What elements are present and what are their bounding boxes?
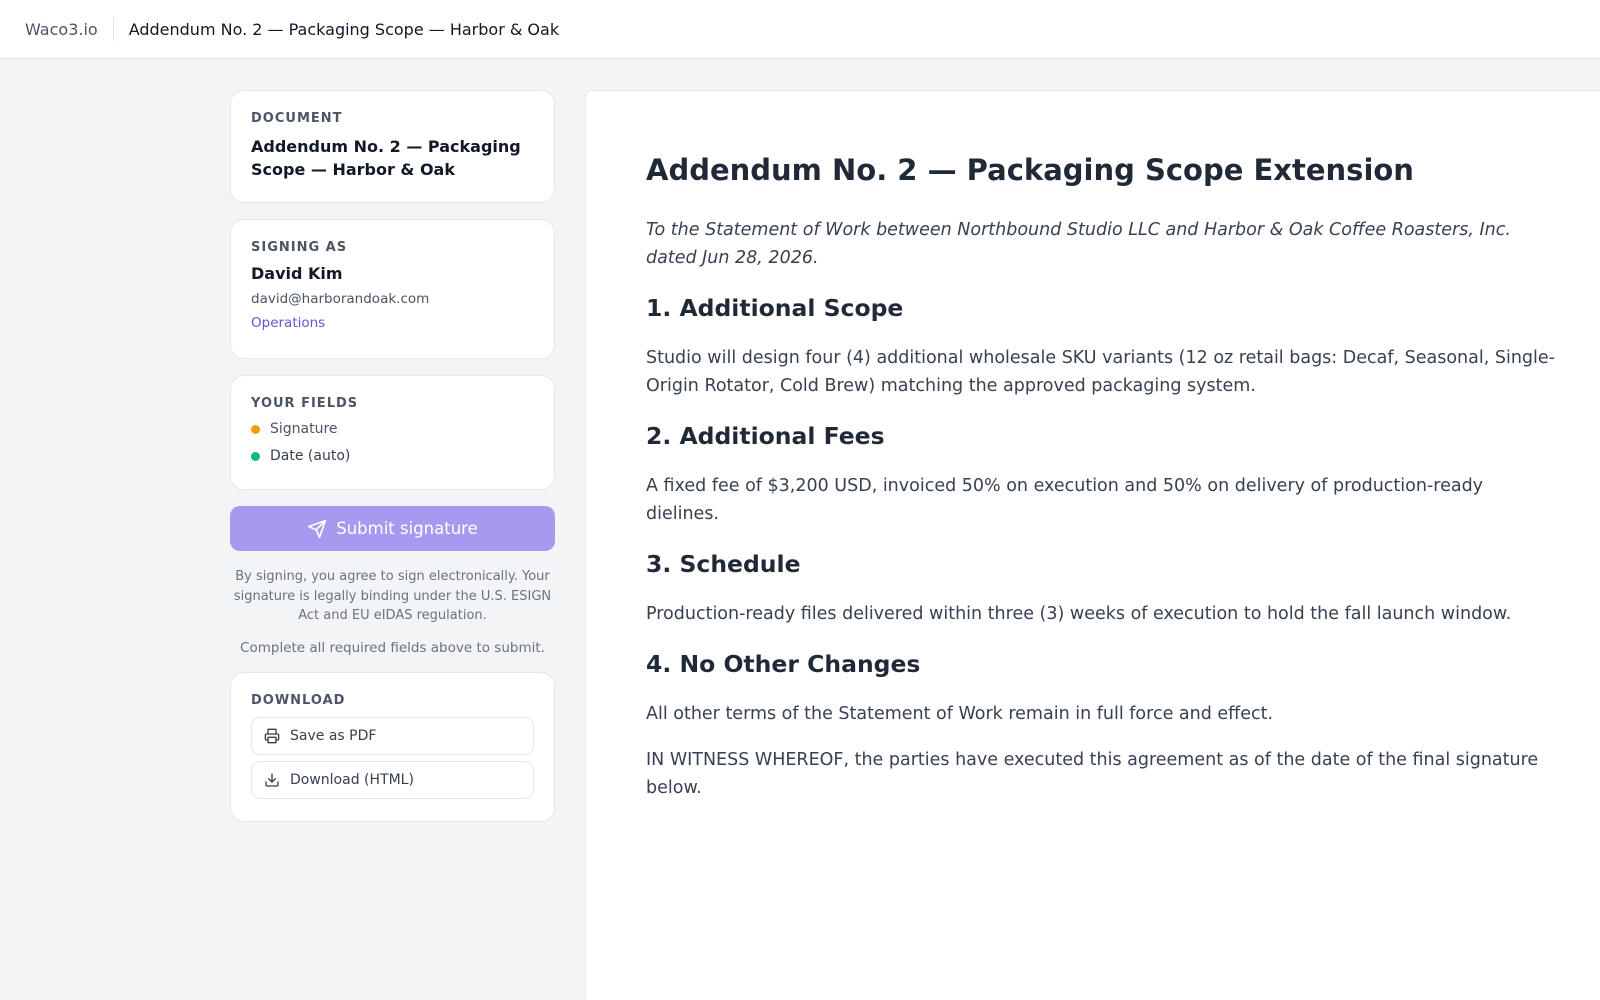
field-item-signature[interactable]: Signature	[251, 421, 534, 437]
sidebar: DOCUMENT Addendum No. 2 — Packaging Scop…	[230, 90, 555, 822]
document-label: DOCUMENT	[251, 111, 343, 126]
download-html-label: Download (HTML)	[290, 771, 414, 788]
signer-department: Operations	[251, 315, 326, 331]
document-card: DOCUMENT Addendum No. 2 — Packaging Scop…	[230, 90, 555, 203]
signer-email: david@harborandoak.com	[251, 291, 430, 307]
document-name: Addendum No. 2 — Packaging Scope — Harbo…	[251, 137, 521, 179]
section-body: A fixed fee of $3,200 USD, invoiced 50% …	[646, 476, 1484, 524]
submit-signature-button[interactable]: Submit signature	[230, 506, 555, 551]
closing-statement: IN WITNESS WHEREOF, the parties have exe…	[646, 750, 1539, 798]
section-body: All other terms of the Statement of Work…	[646, 704, 1274, 724]
download-icon	[265, 772, 279, 787]
field-item-date[interactable]: Date (auto)	[251, 448, 534, 464]
section-heading: 3. Schedule	[646, 550, 801, 578]
download-label: DOWNLOAD	[251, 692, 346, 708]
download-card: DOWNLOAD Save as PDF Download (HTML)	[230, 671, 555, 822]
submit-signature-label: Submit signature	[336, 519, 478, 538]
section-body: Production-ready files delivered within …	[646, 604, 1512, 624]
your-fields-label: YOUR FIELDS	[251, 396, 359, 411]
top-bar: Waco3.io Addendum No. 2 — Packaging Scop…	[0, 0, 1600, 59]
document-viewer: Addendum No. 2 — Packaging Scope Extensi…	[585, 90, 1600, 1000]
document-title: Addendum No. 2 — Packaging Scope Extensi…	[646, 153, 1414, 187]
printer-icon	[264, 728, 280, 743]
signing-as-label: SIGNING AS	[251, 240, 348, 255]
send-icon	[308, 519, 327, 538]
section-heading: 4. No Other Changes	[646, 650, 921, 678]
save-as-pdf-button[interactable]: Save as PDF	[251, 716, 534, 755]
pending-status-dot-icon	[251, 424, 260, 434]
fields-card: YOUR FIELDS Signature Date (auto)	[230, 375, 555, 490]
completion-hint: Complete all required fields above to su…	[240, 639, 545, 656]
brand-logo[interactable]: Waco3.io	[25, 20, 98, 39]
signer-card: SIGNING AS David Kim david@harborandoak.…	[230, 219, 555, 359]
document-intro: To the Statement of Work between Northbo…	[646, 220, 1511, 268]
section-heading: 2. Additional Fees	[646, 422, 885, 450]
legal-disclaimer: By signing, you agree to sign electronic…	[233, 569, 552, 623]
field-label: Signature	[270, 421, 338, 437]
signer-name: David Kim	[251, 264, 343, 283]
page-title: Addendum No. 2 — Packaging Scope — Harbo…	[128, 19, 560, 39]
field-label: Date (auto)	[270, 448, 351, 464]
topbar-divider	[112, 17, 114, 41]
download-html-button[interactable]: Download (HTML)	[251, 760, 534, 799]
section-body: Studio will design four (4) additional w…	[646, 348, 1555, 396]
save-as-pdf-label: Save as PDF	[290, 727, 377, 744]
section-heading: 1. Additional Scope	[646, 294, 904, 322]
complete-status-dot-icon	[251, 451, 260, 461]
